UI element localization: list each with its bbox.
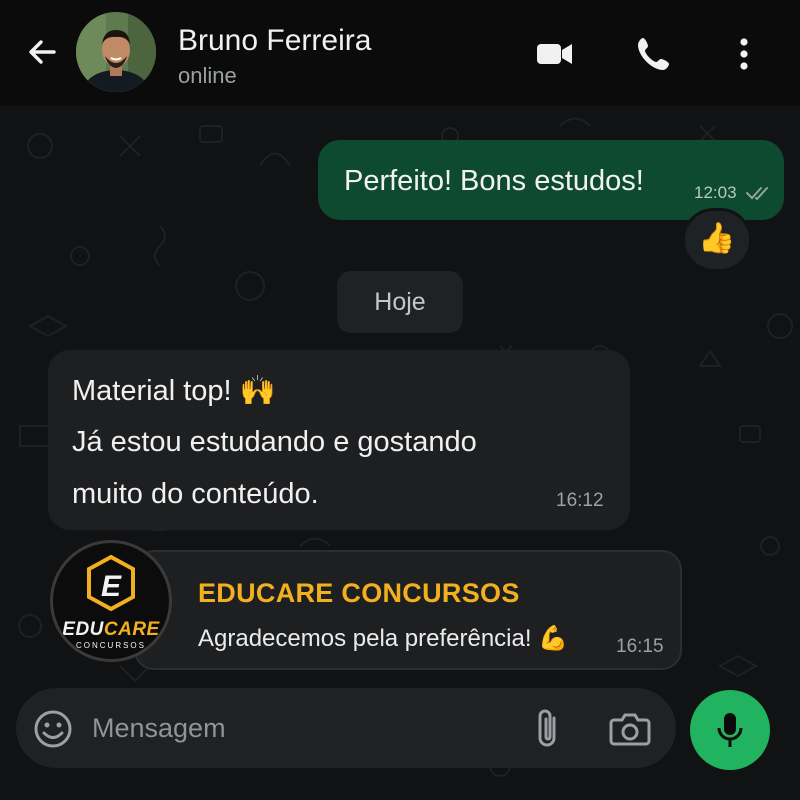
message-composer — [16, 688, 676, 768]
reaction-thumbs-up[interactable]: 👍 — [682, 208, 752, 272]
paperclip-icon[interactable] — [528, 706, 568, 752]
business-message[interactable]: EDUCARE CONCURSOS Agradecemos pela prefe… — [134, 550, 682, 670]
contact-name[interactable]: Bruno Ferreira — [178, 24, 371, 58]
arrow-left-icon[interactable] — [22, 32, 62, 72]
avatar[interactable] — [76, 12, 156, 92]
logo-wordmark: EDUCARE — [53, 619, 169, 641]
double-check-icon — [746, 187, 768, 201]
message-line: Material top! 🙌 — [72, 375, 276, 407]
business-name: EDUCARE CONCURSOS — [198, 578, 520, 608]
message-text: Agradecemos pela preferência! 💪 — [198, 625, 569, 652]
message-input[interactable] — [92, 706, 512, 750]
microphone-button[interactable] — [690, 690, 770, 770]
video-camera-icon[interactable] — [535, 34, 575, 74]
chat-header: Bruno Ferreira online — [0, 0, 800, 106]
more-vertical-icon[interactable] — [724, 34, 764, 74]
emoji-icon[interactable] — [32, 708, 74, 750]
date-separator: Hoje — [337, 271, 463, 333]
message-line: muito do conteúdo. — [72, 478, 319, 510]
message-time: 12:03 — [694, 183, 737, 202]
message-time: 16:15 — [616, 636, 664, 657]
phone-icon[interactable] — [634, 34, 674, 74]
educare-logo[interactable]: E EDUCARE CONCURSOS — [50, 540, 172, 662]
contact-status: online — [178, 63, 237, 88]
logo-subtitle: CONCURSOS — [75, 641, 146, 650]
microphone-icon — [717, 713, 743, 747]
incoming-message[interactable]: Material top! 🙌 Já estou estudando e gos… — [48, 350, 630, 530]
logo-word-edu: EDU — [62, 619, 104, 640]
message-text: Perfeito! Bons estudos! — [344, 165, 644, 197]
message-line: Já estou estudando e gostando — [72, 426, 477, 458]
logo-word-care: CARE — [103, 619, 160, 640]
camera-icon[interactable] — [608, 708, 652, 750]
message-time: 16:12 — [556, 490, 604, 511]
logo-letter: E — [101, 570, 122, 603]
